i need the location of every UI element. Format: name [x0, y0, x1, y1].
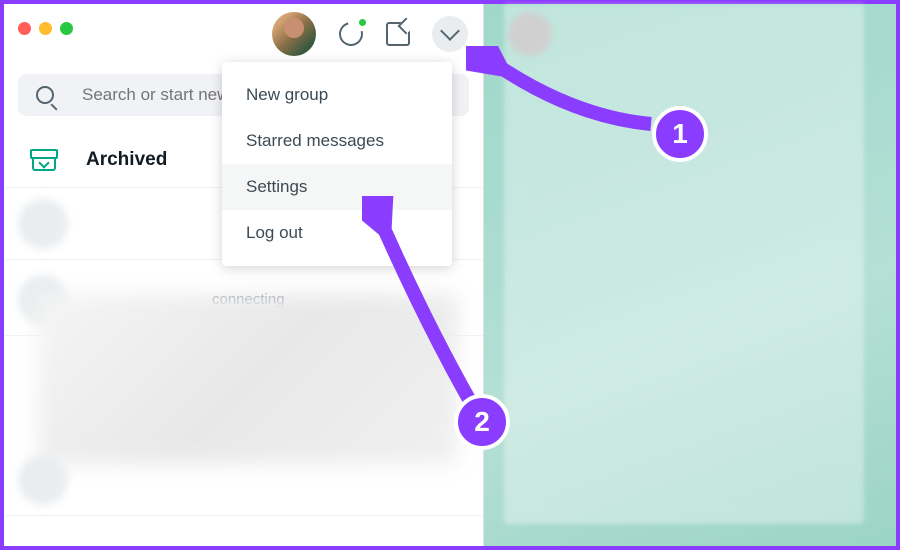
header-toolbar: [272, 12, 468, 56]
search-icon: [36, 86, 54, 104]
annotation-arrow: [466, 46, 656, 136]
macos-window-controls: [18, 22, 73, 35]
archived-label: Archived: [86, 149, 167, 171]
chat-avatar: [18, 455, 68, 505]
profile-avatar[interactable]: [272, 12, 316, 56]
annotation-arrow: [362, 196, 482, 406]
chat-list-item[interactable]: [4, 444, 483, 516]
menu-item-starred-messages[interactable]: Starred messages: [222, 118, 452, 164]
window-maximize-button[interactable]: [60, 22, 73, 35]
step-callout-2: 2: [454, 394, 510, 450]
chat-avatar: [18, 199, 68, 249]
menu-item-new-group[interactable]: New group: [222, 72, 452, 118]
window-minimize-button[interactable]: [39, 22, 52, 35]
menu-dropdown-button[interactable]: [432, 16, 468, 52]
step-callout-1: 1: [652, 106, 708, 162]
archive-box-icon: [32, 149, 56, 171]
chevron-down-icon: [440, 21, 460, 41]
status-icon[interactable]: [338, 21, 364, 47]
new-chat-icon[interactable]: [386, 22, 410, 46]
window-close-button[interactable]: [18, 22, 31, 35]
